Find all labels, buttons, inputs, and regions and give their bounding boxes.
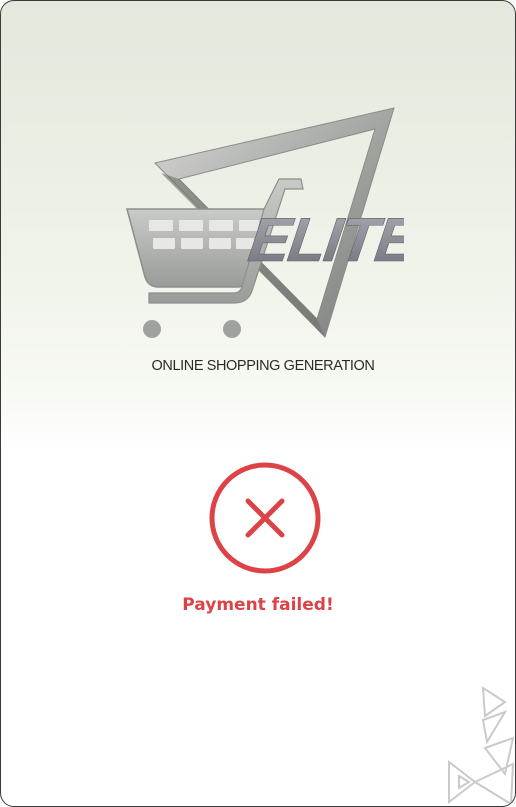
tagline: ONLINE SHOPPING GENERATION [151, 358, 375, 374]
triangle-pattern-icon [448, 686, 515, 806]
close-circle-icon [209, 462, 321, 574]
payment-failed-screen: ELITE ONLINE SHOPPING GENERATION Payment… [0, 0, 516, 807]
elite-logo: ELITE [126, 107, 404, 338]
logo-wordmark: ELITE [245, 206, 404, 275]
payment-status-message: Payment failed! [182, 595, 334, 615]
